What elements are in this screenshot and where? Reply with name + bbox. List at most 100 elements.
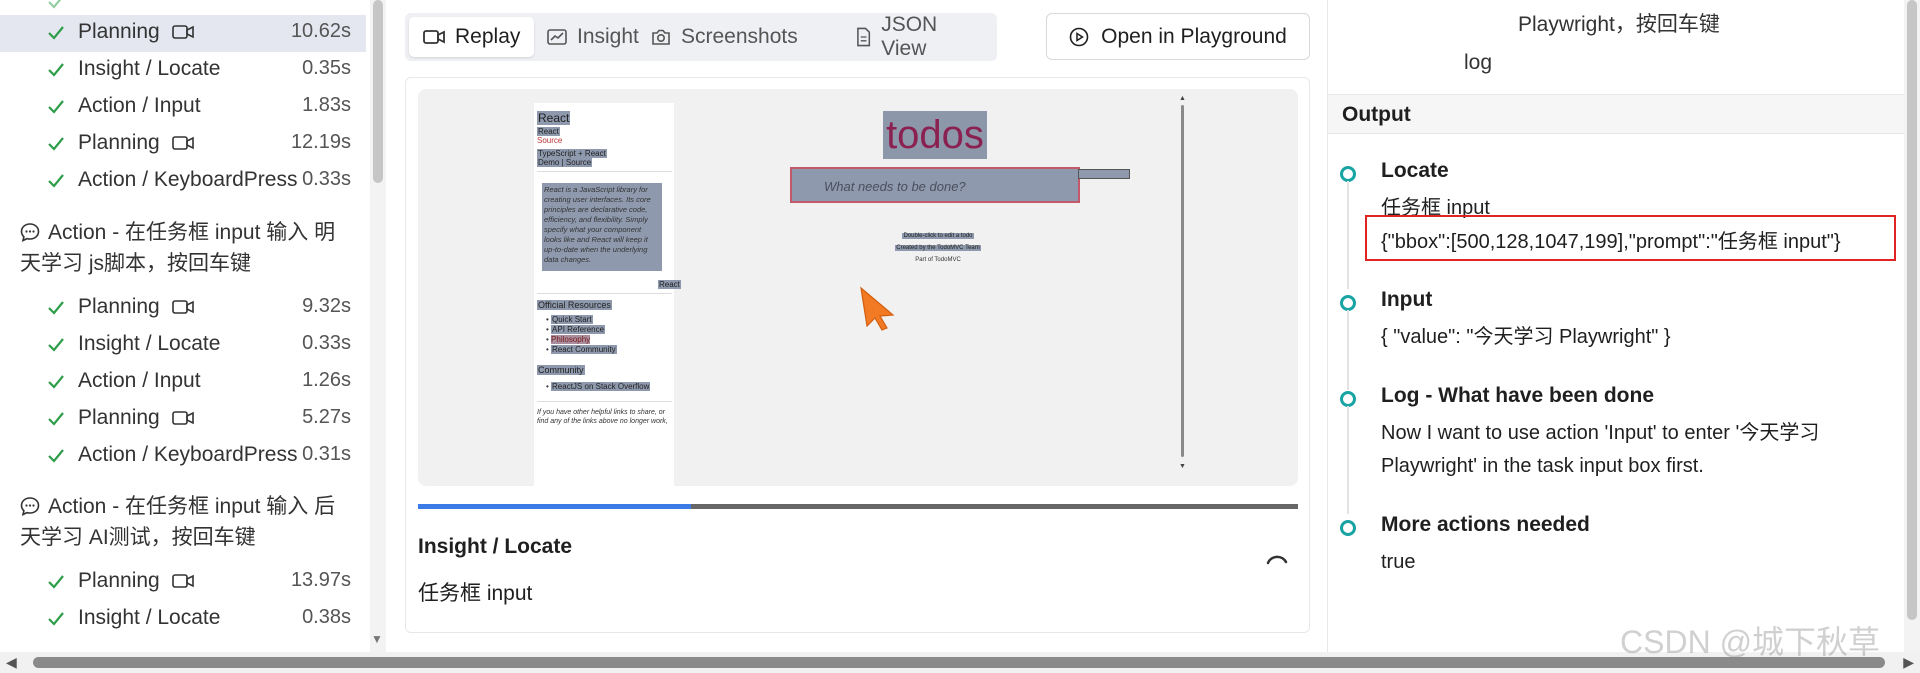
action-group-header[interactable]: Action - 在任务框 input 输入 明 天学习 js脚本，按回车键 <box>20 217 356 279</box>
screenshot-text: Demo | Source <box>537 158 593 167</box>
output-item-text: { "value": "今天学习 Playwright" } <box>1381 326 1671 348</box>
task-row[interactable]: Action / KeyboardPress 0.33s <box>0 163 366 200</box>
step-description: 任务框 input <box>418 582 533 605</box>
action-group-header[interactable]: Action - 在任务框 input 输入 后 天学习 AI测试，按回车键 <box>20 491 356 553</box>
tab-label: Insight <box>577 25 639 48</box>
screenshot-sidebar: React React Source TypeScript + React De… <box>534 103 681 486</box>
check-icon <box>48 338 64 352</box>
view-tab-bar: Replay Insight Screenshots JSON View <box>405 13 997 61</box>
check-icon <box>48 375 64 389</box>
screenshot-footer: Double-click to edit a todo <box>902 233 974 239</box>
screenshot-text: If you have other helpful links to share… <box>537 409 668 425</box>
todo-input-highlight: What needs to be done? <box>790 167 1080 203</box>
video-icon <box>423 30 445 44</box>
task-time: 12.19s <box>290 131 351 153</box>
todos-title: todos <box>883 111 987 159</box>
video-icon <box>171 300 194 315</box>
right-panel-scrollbar[interactable] <box>1904 0 1920 652</box>
screenshot-scroll-thumb <box>1181 105 1184 457</box>
task-label: Planning <box>78 406 194 430</box>
right-scroll-thumb[interactable] <box>1907 0 1917 620</box>
output-item-title: Log - What have been done <box>1381 384 1655 407</box>
tab-insight[interactable]: Insight <box>533 17 653 57</box>
todo-input-marker <box>1078 169 1130 179</box>
timeline-dot <box>1340 166 1356 182</box>
check-icon <box>48 137 64 151</box>
tab-label: Screenshots <box>681 25 798 48</box>
group-title-line1: Action - 在任务框 input 输入 后 <box>48 495 336 518</box>
task-row[interactable]: Action / Input 1.83s <box>0 89 366 126</box>
timeline-line <box>1347 181 1349 289</box>
task-time: 13.97s <box>290 569 351 591</box>
tab-replay[interactable]: Replay <box>409 17 535 57</box>
log-line: log <box>1464 51 1493 74</box>
replay-progress-bar[interactable] <box>418 504 1298 509</box>
task-row[interactable]: Insight / Locate 0.38s <box>0 601 366 638</box>
video-icon <box>171 411 194 426</box>
task-label: Insight / Locate <box>78 57 221 80</box>
scroll-down-arrow-icon[interactable]: ▼ <box>371 632 383 646</box>
task-label: Insight / Locate <box>78 332 221 355</box>
task-label: Insight / Locate <box>78 606 221 629</box>
timeline-line <box>1347 406 1349 514</box>
screenshot-list: • Quick Start • API Reference • Philosop… <box>546 315 617 354</box>
output-section-header: Output <box>1328 94 1905 134</box>
detail-panel: Playwright，按回车键 log Output Locate 任务框 in… <box>1327 0 1905 652</box>
screenshot-link: React <box>658 280 681 289</box>
task-time: 0.31s <box>302 443 351 465</box>
check-icon <box>48 26 64 40</box>
task-row[interactable]: Planning 5.27s <box>0 401 366 438</box>
screenshot-footer: Created by the TodoMVC Team <box>895 245 981 251</box>
task-time: 10.62s <box>290 20 351 42</box>
divider <box>537 171 672 172</box>
tab-label: Replay <box>455 25 521 48</box>
tab-screenshots[interactable]: Screenshots <box>637 17 812 57</box>
task-row[interactable]: Insight / Locate 0.35s <box>0 52 366 89</box>
task-label: Action / Input <box>78 94 201 117</box>
task-row[interactable]: Planning 13.97s <box>0 564 366 601</box>
task-label: Planning <box>78 569 194 593</box>
output-item-text: true <box>1381 551 1416 573</box>
screenshot-footer: Part of TodoMVC <box>915 257 961 263</box>
timeline-dot <box>1340 520 1356 536</box>
left-scroll-thumb[interactable] <box>373 0 383 183</box>
task-time: 0.33s <box>302 332 351 354</box>
task-time: 0.38s <box>302 606 351 628</box>
file-icon <box>857 27 871 47</box>
output-item-title: More actions needed <box>1381 513 1590 536</box>
horizontal-scroll-thumb[interactable] <box>33 657 1885 668</box>
tab-json-view[interactable]: JSON View <box>842 13 997 60</box>
task-row[interactable]: Planning 10.62s <box>0 15 366 52</box>
video-icon <box>171 25 194 40</box>
task-label: Action / KeyboardPress <box>78 168 298 191</box>
task-row[interactable]: Planning 12.19s <box>0 126 366 163</box>
replay-viewport[interactable]: React React Source TypeScript + React De… <box>418 89 1298 486</box>
output-item-text: Now I want to use action 'Input' to ente… <box>1381 422 1820 477</box>
task-label: Action / Input <box>78 369 201 392</box>
check-icon <box>48 0 62 9</box>
screenshot-heading: Community <box>537 365 585 375</box>
camera-icon <box>652 29 670 45</box>
group-title-line1: Action - 在任务框 input 输入 明 <box>48 221 336 244</box>
task-row[interactable]: Action / KeyboardPress 0.31s <box>0 438 366 475</box>
screenshot-text: React <box>537 127 560 136</box>
task-time: 9.32s <box>302 295 351 317</box>
scroll-left-arrow-icon[interactable]: ◀ <box>6 654 17 671</box>
scroll-up-arrow-icon: ▲ <box>1179 95 1186 102</box>
check-icon <box>48 63 64 77</box>
task-list-panel: Planning 10.62s Insight / Locate 0.35s A… <box>0 0 372 652</box>
scroll-down-arrow-icon: ▼ <box>1179 463 1186 470</box>
scroll-right-arrow-icon[interactable]: ▶ <box>1903 654 1914 671</box>
task-time: 0.35s <box>302 57 351 79</box>
button-label: Open in Playground <box>1101 24 1287 48</box>
task-time: 5.27s <box>302 406 351 428</box>
left-panel-scrollbar[interactable]: ▼ <box>370 0 386 652</box>
open-in-playground-button[interactable]: Open in Playground <box>1046 13 1310 60</box>
timeline-dot <box>1340 295 1356 311</box>
task-row[interactable]: Insight / Locate 0.33s <box>0 327 366 364</box>
group-title-line2: 天学习 js脚本，按回车键 <box>20 252 251 275</box>
task-row[interactable]: Action / Input 1.26s <box>0 364 366 401</box>
play-circle-icon <box>1069 27 1089 46</box>
task-row[interactable]: Planning 9.32s <box>0 290 366 327</box>
output-item-title: Locate <box>1381 159 1449 182</box>
